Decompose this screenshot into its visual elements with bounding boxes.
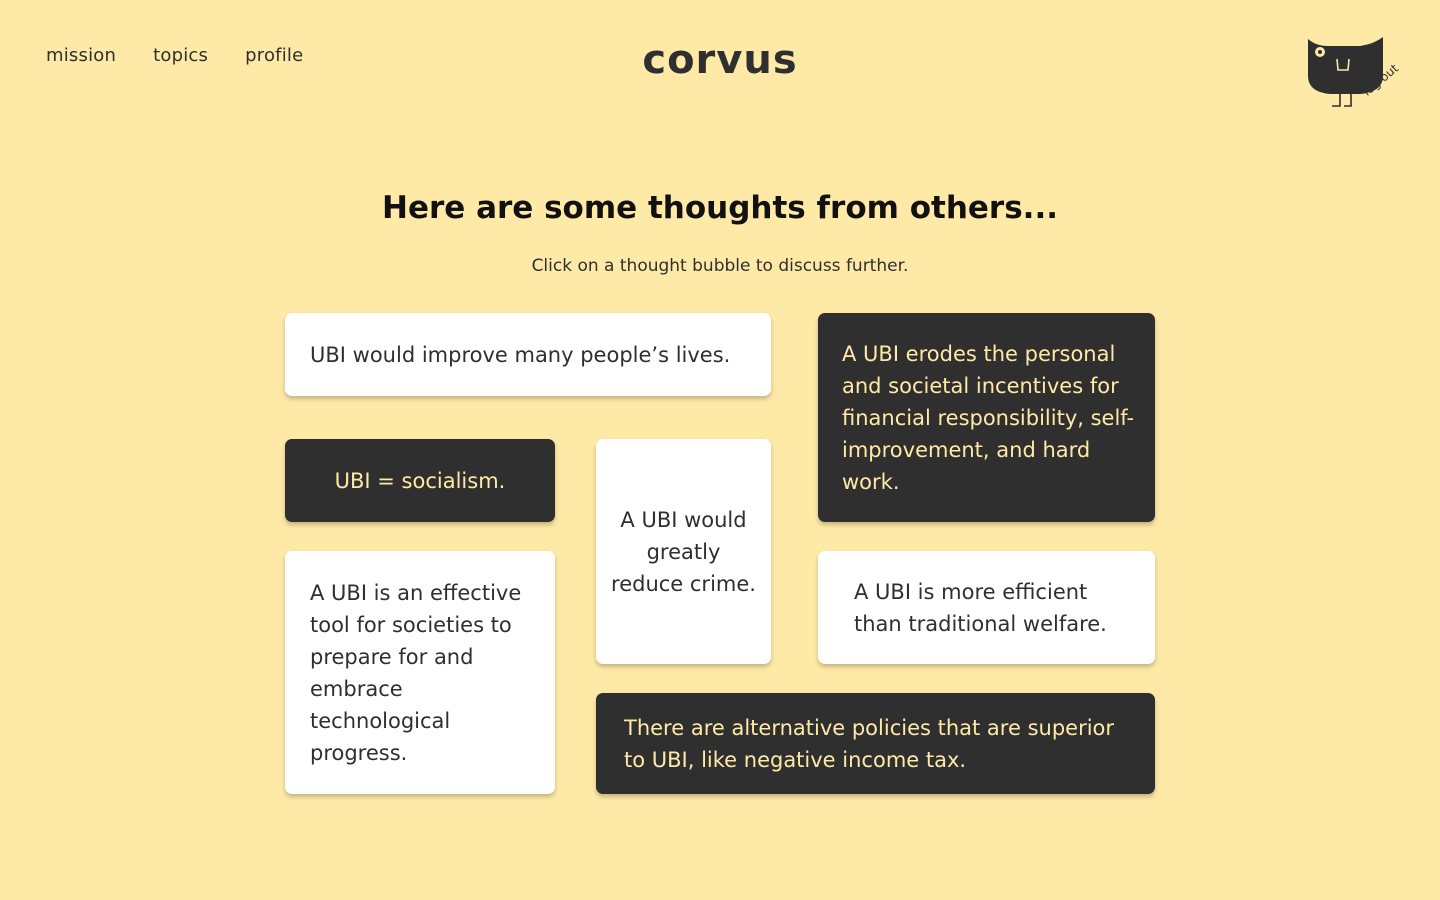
thought-bubble-text: There are alternative policies that are … — [624, 715, 1115, 772]
thought-bubble-text: A UBI would greatly reduce crime. — [611, 507, 756, 596]
thought-bubble-text: A UBI is more efficient than traditional… — [854, 579, 1107, 636]
thought-bubble-alternative-policies[interactable]: There are alternative policies that are … — [596, 693, 1155, 794]
thought-bubble-text: UBI would improve many people’s lives. — [310, 342, 731, 367]
thought-bubble-technological-progress[interactable]: A UBI is an effective tool for societies… — [285, 551, 555, 794]
thought-bubble-efficient-welfare[interactable]: A UBI is more efficient than traditional… — [818, 551, 1155, 664]
thought-bubble-reduce-crime[interactable]: A UBI would greatly reduce crime. — [596, 439, 771, 664]
page-instructions: Click on a thought bubble to discuss fur… — [531, 256, 909, 276]
page-title: Here are some thoughts from others... — [382, 190, 1058, 226]
logout-button[interactable]: log out — [1300, 34, 1420, 124]
thought-bubble-text: A UBI erodes the personal and societal i… — [842, 341, 1135, 494]
thought-bubble-erodes-incentives[interactable]: A UBI erodes the personal and societal i… — [818, 313, 1155, 522]
thought-bubble-text: UBI = socialism. — [334, 468, 506, 493]
brand-logo-text[interactable]: corvus — [0, 36, 1440, 84]
thought-bubble-text: A UBI is an effective tool for societies… — [310, 580, 522, 765]
thought-bubble-improve-lives[interactable]: UBI would improve many people’s lives. — [285, 313, 771, 396]
thought-bubble-socialism[interactable]: UBI = socialism. — [285, 439, 555, 522]
